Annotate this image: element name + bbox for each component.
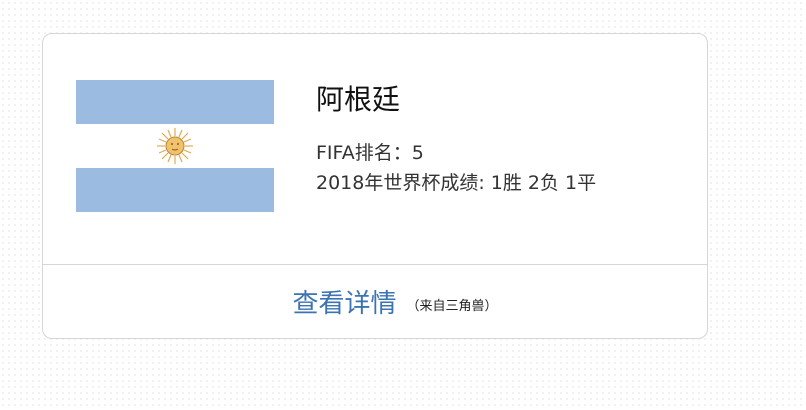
source-note: （来自三角兽） bbox=[406, 299, 498, 314]
country-name: 阿根廷 bbox=[316, 83, 401, 116]
country-info: 阿根廷 FIFA排名：5 2018年世界杯成绩: 1胜 2负 1平 bbox=[316, 82, 596, 198]
view-details-link[interactable]: 查看详情 bbox=[292, 283, 396, 320]
worldcup-result: 2018年世界杯成绩: 1胜 2负 1平 bbox=[316, 172, 597, 194]
argentina-flag-icon bbox=[76, 80, 274, 212]
fifa-rank-label: FIFA排名： bbox=[316, 142, 412, 164]
card-footer: 查看详情 （来自三角兽） bbox=[43, 265, 707, 338]
fifa-rank: FIFA排名：5 bbox=[316, 138, 596, 168]
fifa-rank-value: 5 bbox=[411, 142, 424, 164]
card-body: 阿根廷 FIFA排名：5 2018年世界杯成绩: 1胜 2负 1平 bbox=[43, 34, 707, 265]
country-card: 阿根廷 FIFA排名：5 2018年世界杯成绩: 1胜 2负 1平 查看详情 （… bbox=[42, 33, 708, 339]
